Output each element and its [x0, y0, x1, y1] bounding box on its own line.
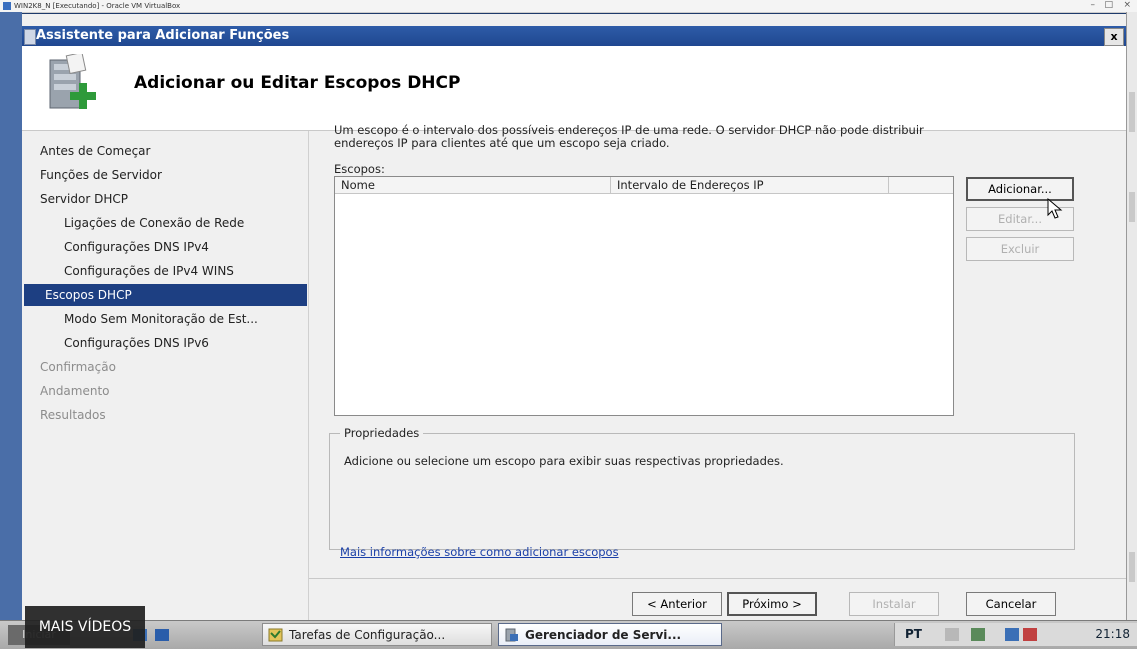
properties-legend: Propriedades: [340, 426, 424, 440]
column-header-nome[interactable]: Nome: [335, 177, 611, 194]
nav-step-antes-de-comecar[interactable]: Antes de Começar: [40, 140, 150, 162]
tray-monitor-icon[interactable]: [1005, 628, 1019, 641]
taskbar-item-gerenciador-label: Gerenciador de Servi...: [525, 628, 682, 642]
footer-divider: [309, 578, 1126, 579]
language-indicator[interactable]: PT: [905, 623, 922, 646]
properties-text: Adicione ou selecione um escopo para exi…: [344, 454, 784, 468]
system-tray: PT 21:18: [894, 623, 1137, 646]
host-window-title: WIN2K8_N [Executando] - Oracle VM Virtua…: [14, 2, 181, 10]
help-link-scopes[interactable]: Mais informações sobre como adicionar es…: [340, 545, 619, 559]
quick-launch-server-icon[interactable]: [155, 629, 169, 641]
taskbar-item-tarefas[interactable]: Tarefas de Configuração...: [262, 623, 492, 646]
nav-step-dns-ipv4[interactable]: Configurações DNS IPv4: [64, 236, 209, 258]
properties-group: Propriedades Adicione ou selecione um es…: [329, 426, 1075, 550]
nav-step-dns-ipv6[interactable]: Configurações DNS IPv6: [64, 332, 209, 354]
nav-step-andamento: Andamento: [40, 384, 110, 398]
document-icon: [24, 29, 36, 45]
taskbar: Iniciar Tarefas de Configuração... Geren…: [0, 620, 1137, 649]
nav-step-modo-sem-monitoracao[interactable]: Modo Sem Monitoração de Est...: [64, 308, 258, 330]
tasks-icon: [268, 628, 283, 642]
add-roles-wizard-window: Assistente para Adicionar Funções x Adic…: [22, 14, 1126, 622]
mais-videos-overlay[interactable]: MAIS VÍDEOS: [25, 606, 145, 648]
virtualbox-icon: [3, 2, 11, 10]
nav-step-ipv4-wins[interactable]: Configurações de IPv4 WINS: [64, 260, 234, 282]
nav-step-servidor-dhcp[interactable]: Servidor DHCP: [40, 188, 128, 210]
nav-step-escopos-dhcp[interactable]: Escopos DHCP: [24, 284, 307, 306]
scopes-list[interactable]: Nome Intervalo de Endereços IP: [334, 176, 954, 416]
mouse-cursor-icon: [1047, 198, 1063, 219]
guest-desktop-right: [1126, 12, 1137, 620]
wizard-steps-nav: Antes de Começar Funções de Servidor Ser…: [22, 131, 309, 622]
nav-step-ligacoes-de-conexao[interactable]: Ligações de Conexão de Rede: [64, 212, 244, 234]
wizard-header: Adicionar ou Editar Escopos DHCP: [22, 46, 1126, 131]
nav-step-funcoes-de-servidor[interactable]: Funções de Servidor: [40, 164, 162, 186]
nav-step-resultados: Resultados: [40, 408, 106, 422]
taskbar-item-tarefas-label: Tarefas de Configuração...: [289, 628, 446, 642]
tray-printer-icon[interactable]: [945, 628, 959, 641]
host-minimize-button[interactable]: –: [1091, 0, 1096, 11]
page-title: Adicionar ou Editar Escopos DHCP: [134, 73, 461, 93]
tray-clock[interactable]: 21:18: [1095, 623, 1130, 646]
wizard-titlebar: Assistente para Adicionar Funções x: [22, 26, 1126, 46]
scope-description: Um escopo é o intervalo dos possíveis en…: [334, 124, 1094, 150]
cancel-button[interactable]: Cancelar: [966, 592, 1056, 616]
tray-network-icon[interactable]: [971, 628, 985, 641]
server-manager-icon: [505, 628, 518, 642]
description-line-2: endereços IP para clientes até que um es…: [334, 136, 670, 150]
nav-step-confirmacao: Confirmação: [40, 360, 116, 374]
column-header-empty[interactable]: [889, 177, 953, 194]
next-button[interactable]: Próximo >: [727, 592, 817, 616]
guest-desktop-left: [0, 12, 22, 620]
add-server-role-icon: [49, 54, 96, 109]
host-maximize-button[interactable]: □: [1104, 0, 1113, 11]
delete-scope-button[interactable]: Excluir: [966, 237, 1074, 261]
scopes-label: Escopos:: [334, 162, 385, 176]
host-close-button[interactable]: ×: [1123, 0, 1131, 11]
column-header-intervalo[interactable]: Intervalo de Endereços IP: [611, 177, 889, 194]
host-titlebar: WIN2K8_N [Executando] - Oracle VM Virtua…: [0, 0, 1137, 13]
taskbar-item-gerenciador[interactable]: Gerenciador de Servi...: [498, 623, 722, 646]
tray-volume-muted-icon[interactable]: [1023, 628, 1037, 641]
install-button[interactable]: Instalar: [849, 592, 939, 616]
back-button[interactable]: < Anterior: [632, 592, 722, 616]
wizard-close-button[interactable]: x: [1104, 28, 1124, 46]
wizard-title: Assistente para Adicionar Funções: [36, 28, 290, 43]
